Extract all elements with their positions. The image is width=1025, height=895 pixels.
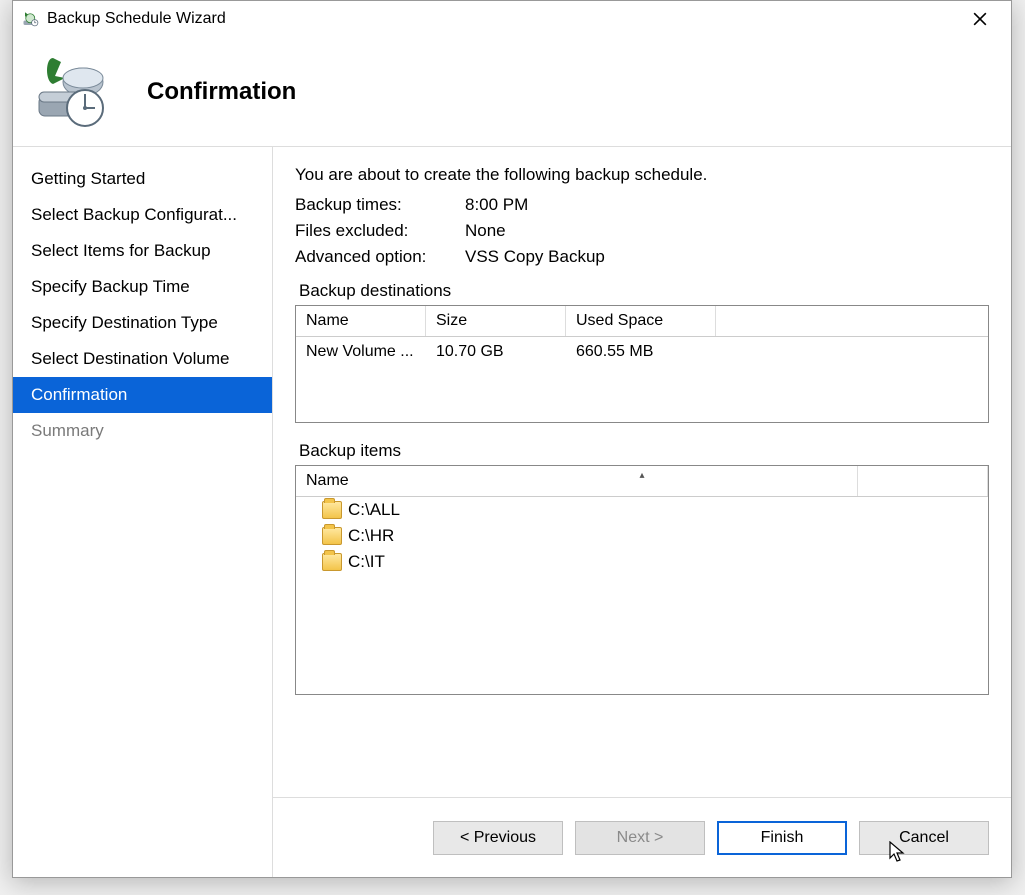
- close-button[interactable]: [957, 4, 1003, 34]
- destinations-col-size[interactable]: Size: [426, 306, 566, 336]
- backup-destinations-label: Backup destinations: [299, 281, 989, 301]
- list-item[interactable]: C:\ALL: [296, 497, 988, 523]
- destination-size: 10.70 GB: [426, 337, 566, 367]
- previous-button[interactable]: < Previous: [433, 821, 563, 855]
- items-header-row: Name ▴: [296, 466, 988, 497]
- folder-icon: [322, 553, 342, 571]
- next-button: Next >: [575, 821, 705, 855]
- step-specify-backup-time[interactable]: Specify Backup Time: [13, 269, 272, 305]
- wizard-icon: [25, 52, 115, 132]
- wizard-footer: < Previous Next > Finish Cancel: [273, 797, 1011, 877]
- items-col-name[interactable]: Name: [296, 466, 858, 496]
- destinations-col-name[interactable]: Name: [296, 306, 426, 336]
- step-select-destination-volume[interactable]: Select Destination Volume: [13, 341, 272, 377]
- backup-times-value: 8:00 PM: [465, 195, 989, 215]
- files-excluded-label: Files excluded:: [295, 221, 465, 241]
- item-path: C:\ALL: [348, 500, 400, 520]
- window-title: Backup Schedule Wizard: [47, 10, 957, 28]
- items-col-spacer: [858, 466, 988, 496]
- files-excluded-value: None: [465, 221, 989, 241]
- wizard-steps-sidebar: Getting Started Select Backup Configurat…: [13, 147, 273, 877]
- item-path: C:\HR: [348, 526, 394, 546]
- destination-used: 660.55 MB: [566, 337, 716, 367]
- backup-items-label: Backup items: [299, 441, 989, 461]
- wizard-main: You are about to create the following ba…: [273, 147, 1011, 877]
- wizard-content: You are about to create the following ba…: [273, 147, 1011, 797]
- sort-ascending-icon: ▴: [639, 470, 644, 481]
- folder-icon: [322, 501, 342, 519]
- step-select-backup-configuration[interactable]: Select Backup Configurat...: [13, 197, 272, 233]
- wizard-header: Confirmation: [13, 37, 1011, 147]
- backup-times-label: Backup times:: [295, 195, 465, 215]
- destinations-col-spacer: [716, 315, 988, 327]
- step-select-items-for-backup[interactable]: Select Items for Backup: [13, 233, 272, 269]
- cancel-button[interactable]: Cancel: [859, 821, 989, 855]
- folder-icon: [322, 527, 342, 545]
- intro-text: You are about to create the following ba…: [295, 165, 989, 185]
- advanced-option-value: VSS Copy Backup: [465, 247, 989, 267]
- step-specify-destination-type[interactable]: Specify Destination Type: [13, 305, 272, 341]
- destinations-header-row: Name Size Used Space: [296, 306, 988, 337]
- titlebar: Backup Schedule Wizard: [13, 1, 1011, 37]
- table-row[interactable]: New Volume ... 10.70 GB 660.55 MB: [296, 337, 988, 367]
- backup-destinations-table[interactable]: Name Size Used Space New Volume ... 10.7…: [295, 305, 989, 423]
- item-path: C:\IT: [348, 552, 385, 572]
- wizard-body: Getting Started Select Backup Configurat…: [13, 147, 1011, 877]
- destinations-col-used[interactable]: Used Space: [566, 306, 716, 336]
- wizard-window: Backup Schedule Wizard Confirmation Gett…: [12, 0, 1012, 878]
- step-summary: Summary: [13, 413, 272, 449]
- app-icon: [21, 9, 41, 29]
- summary-details: Backup times: 8:00 PM Files excluded: No…: [295, 195, 989, 267]
- step-confirmation[interactable]: Confirmation: [13, 377, 272, 413]
- step-getting-started[interactable]: Getting Started: [13, 161, 272, 197]
- backup-items-list[interactable]: Name ▴ C:\ALL C:\HR C:\IT: [295, 465, 989, 695]
- list-item[interactable]: C:\HR: [296, 523, 988, 549]
- list-item[interactable]: C:\IT: [296, 549, 988, 575]
- finish-button[interactable]: Finish: [717, 821, 847, 855]
- advanced-option-label: Advanced option:: [295, 247, 465, 267]
- destination-name: New Volume ...: [296, 337, 426, 367]
- page-heading: Confirmation: [147, 78, 296, 106]
